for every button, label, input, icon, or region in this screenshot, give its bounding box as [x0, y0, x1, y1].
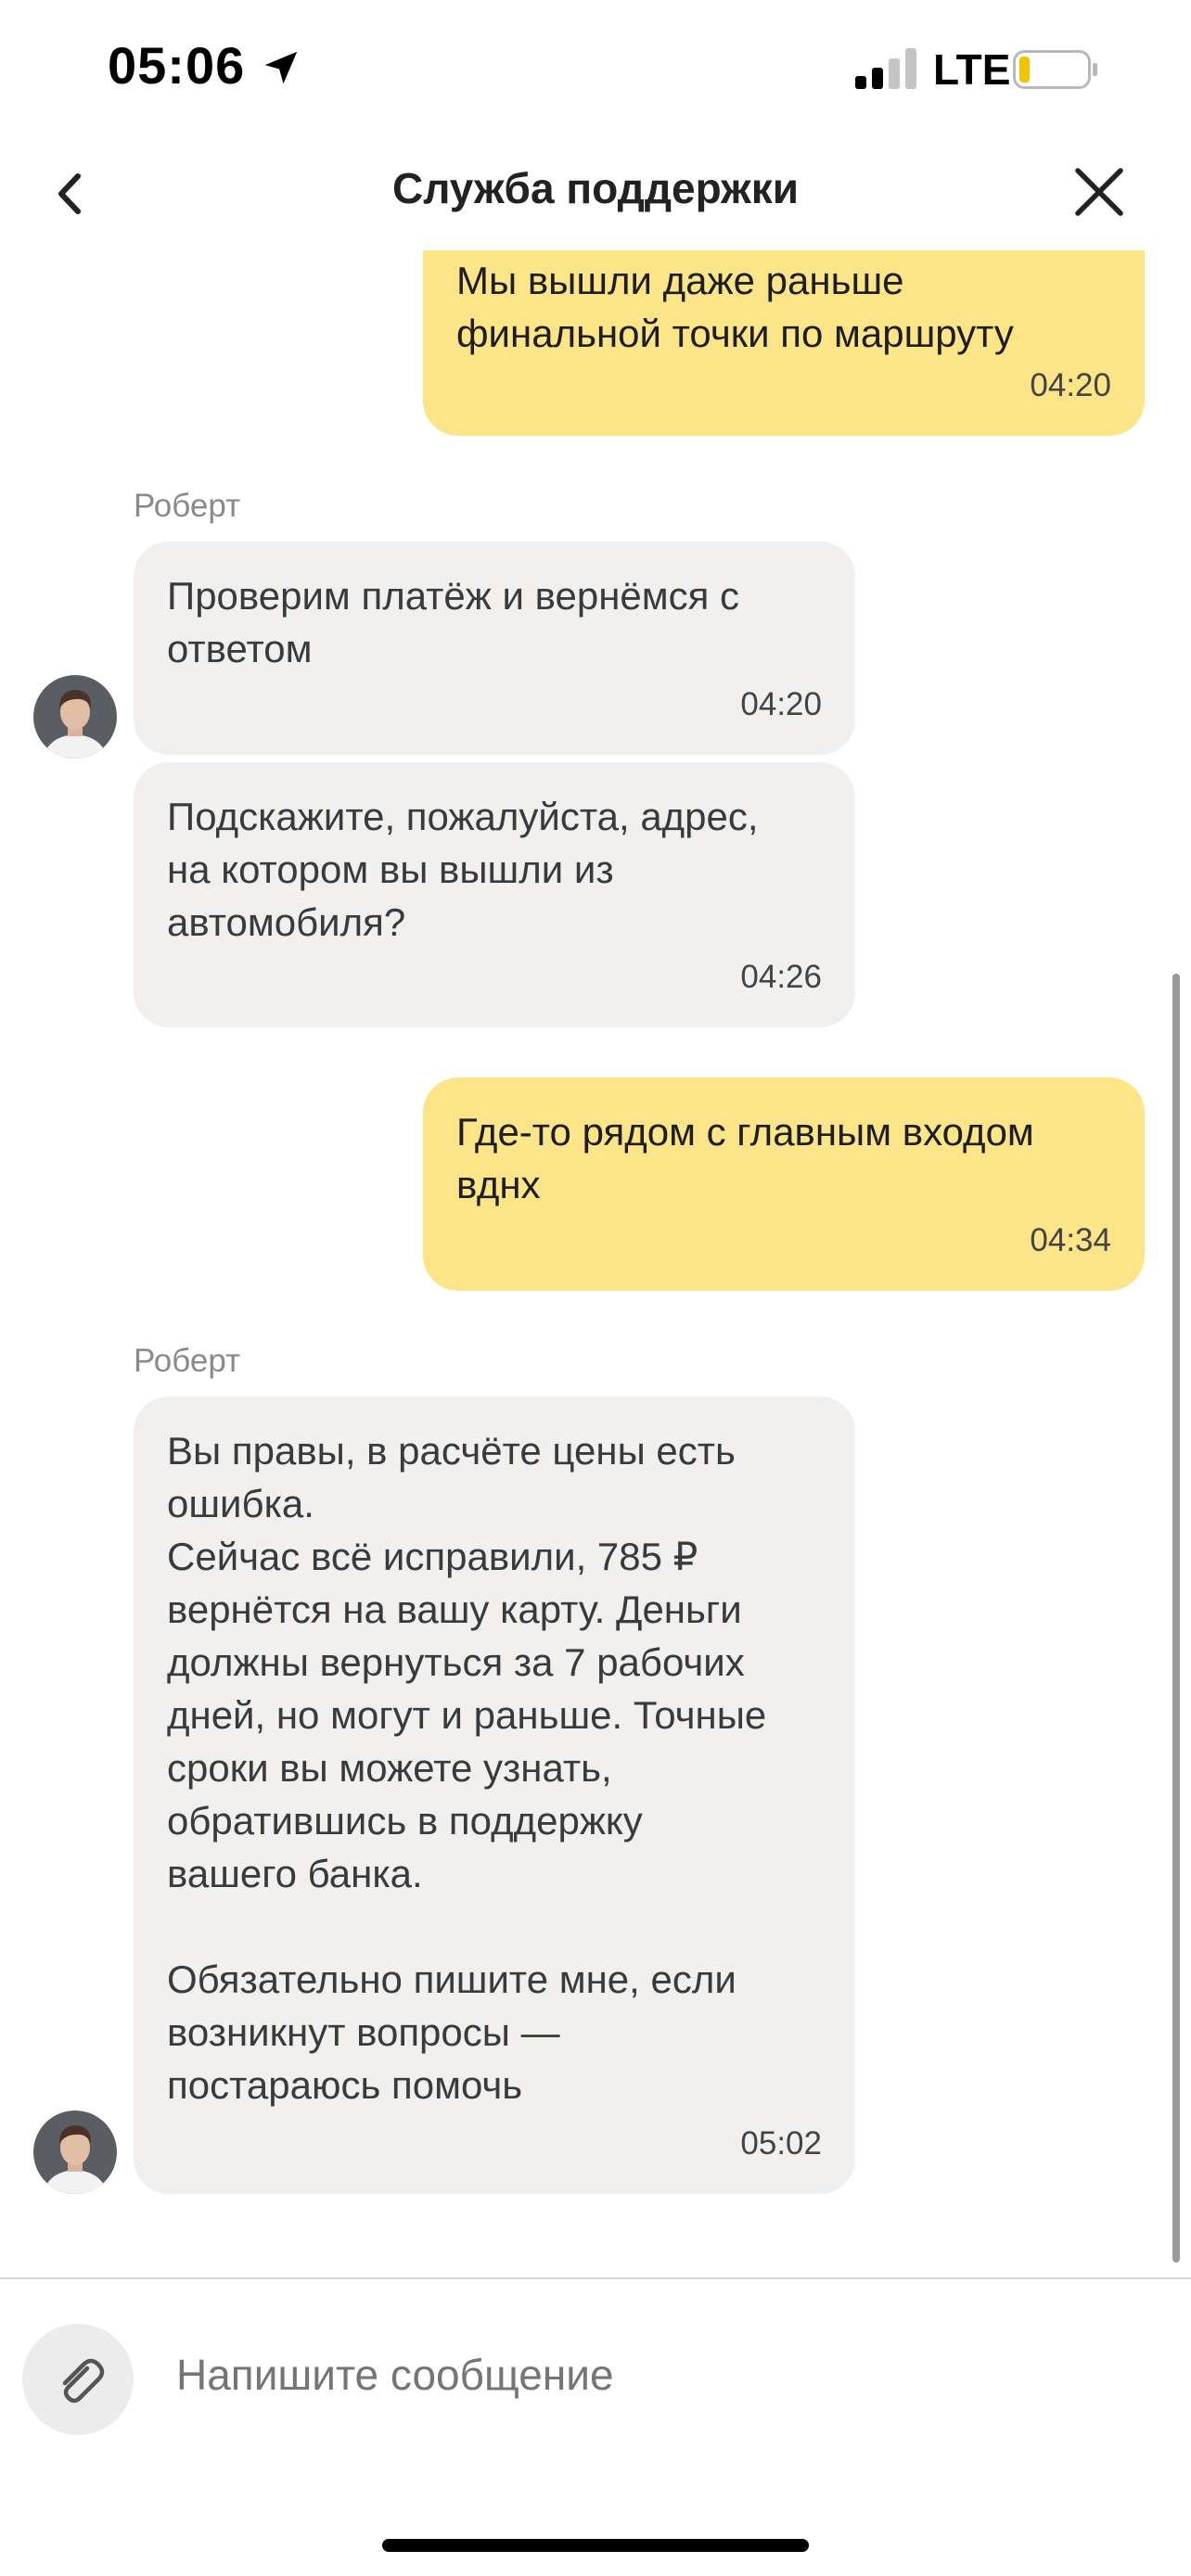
nav-header: Служба поддержки	[0, 139, 1191, 250]
message-text: Вы правы, в расчёте цены есть ошибка. Се…	[167, 1429, 767, 2107]
incoming-message: Вы правы, в расчёте цены есть ошибка. Се…	[134, 1396, 855, 2194]
incoming-message: Подскажите, пожалуйста, адрес, на которо…	[134, 762, 855, 1027]
sender-name: Роберт	[134, 488, 241, 524]
message-text: Мы вышли даже раньше финальной точки по …	[456, 259, 1014, 355]
network-type: LTE	[933, 45, 1011, 94]
attach-button[interactable]	[22, 2324, 134, 2435]
message-input[interactable]	[176, 2350, 1104, 2400]
outgoing-message: Мы вышли даже раньше финальной точки по …	[423, 250, 1145, 436]
message-time: 04:26	[740, 959, 822, 995]
page-title: Служба поддержки	[391, 164, 800, 212]
outgoing-message: Где-то рядом с главным входом вднх 04:34	[423, 1078, 1145, 1291]
avatar	[33, 2111, 117, 2194]
message-time: 05:02	[740, 2125, 822, 2162]
chat-messages[interactable]: Мы вышли даже раньше финальной точки по …	[0, 250, 1191, 2272]
scrollbar[interactable]	[1172, 974, 1180, 2263]
paperclip-icon	[62, 2358, 105, 2404]
message-text: Где-то рядом с главным входом вднх	[456, 1110, 1034, 1206]
message-text: Проверим платёж и вернёмся с ответом	[167, 574, 740, 670]
status-bar: 05:06 LTE	[0, 0, 1191, 139]
message-time: 04:20	[1030, 367, 1111, 403]
message-time: 04:34	[1030, 1222, 1111, 1258]
sender-name: Роберт	[134, 1343, 241, 1379]
battery-icon	[1013, 50, 1097, 89]
cellular-signal-icon	[855, 48, 916, 89]
location-arrow-icon	[264, 51, 298, 84]
avatar	[33, 675, 117, 759]
status-time: 05:06	[108, 36, 246, 95]
close-icon[interactable]	[1067, 159, 1132, 224]
message-text: Подскажите, пожалуйста, адрес, на которо…	[167, 795, 759, 944]
incoming-message: Проверим платёж и вернёмся с ответом 04:…	[134, 542, 855, 755]
message-time: 04:20	[740, 686, 822, 722]
home-indicator[interactable]	[382, 2539, 809, 2552]
composer-divider	[0, 2277, 1191, 2279]
